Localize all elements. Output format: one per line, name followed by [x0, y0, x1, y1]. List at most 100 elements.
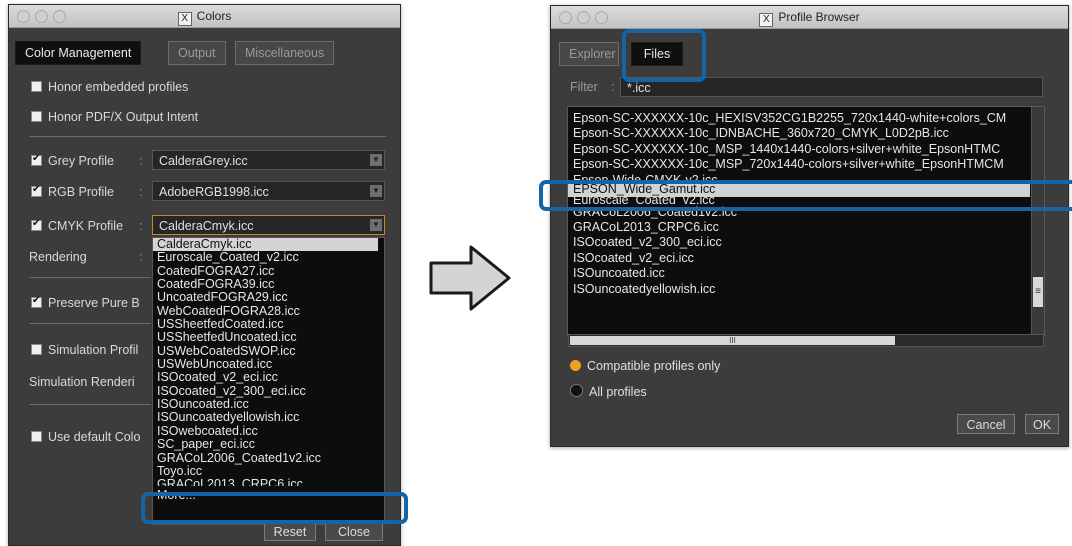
file-item[interactable]: ISOcoated_v2_300_eci.icc: [568, 235, 1030, 250]
filter-value: *.icc: [627, 81, 651, 95]
dropdown-item[interactable]: GRACoL2013_CRPC6.icc: [153, 478, 384, 486]
rendering-label: Rendering: [29, 250, 87, 264]
vertical-scrollbar[interactable]: ≡: [1031, 107, 1044, 335]
tab-color-management[interactable]: Color Management: [15, 41, 142, 65]
checkbox-box[interactable]: [31, 111, 42, 122]
dropdown-item[interactable]: USWebUncoated.icc: [153, 357, 384, 371]
preserve-pure-black-checkbox[interactable]: Preserve Pure B: [31, 295, 140, 310]
colors-title: X Colors: [9, 9, 400, 26]
simulation-rendering-label: Simulation Renderi: [29, 375, 135, 389]
dropdown-item[interactable]: ISOcoated_v2_300_eci.icc: [153, 384, 384, 398]
file-item[interactable]: Epson-SC-XXXXXX-10c_MSP_1440x1440-colors…: [568, 142, 1030, 157]
x-app-icon: X: [177, 12, 192, 26]
simulation-profile-label: Simulation Profil: [48, 343, 139, 357]
chevron-down-icon[interactable]: ▼: [370, 154, 382, 166]
dropdown-item[interactable]: CalderaCmyk.icc: [153, 238, 378, 252]
all-profiles-label: All profiles: [589, 385, 647, 399]
dropdown-item[interactable]: WebCoatedFOGRA28.icc: [153, 304, 384, 318]
profile-titlebar[interactable]: X Profile Browser: [551, 6, 1068, 29]
tab-output[interactable]: Output: [168, 41, 226, 65]
compatible-profiles-label: Compatible profiles only: [587, 359, 721, 373]
cmyk-profile-value: CalderaCmyk.icc: [159, 219, 254, 233]
checkbox-box[interactable]: [31, 81, 42, 92]
rgb-profile-label: RGB Profile: [48, 185, 114, 199]
dropdown-item[interactable]: CoatedFOGRA27.icc: [153, 264, 384, 278]
honor-pdfx-label: Honor PDF/X Output Intent: [48, 110, 199, 124]
tab-miscellaneous[interactable]: Miscellaneous: [235, 41, 335, 65]
file-item[interactable]: Epson-SC-XXXXXX-10c_IDNBACHE_360x720_CMY…: [568, 126, 1030, 141]
horizontal-scroll-thumb[interactable]: III: [570, 336, 895, 345]
dropdown-item[interactable]: ISOuncoatedyellowish.icc: [153, 411, 384, 425]
filter-label: Filter: [570, 80, 598, 94]
colors-title-text: Colors: [196, 9, 232, 23]
dropdown-item[interactable]: USWebCoatedSWOP.icc: [153, 344, 384, 358]
divider: [29, 323, 151, 324]
cmyk-profile-checkbox[interactable]: CMYK Profile: [31, 218, 123, 233]
grey-profile-select[interactable]: CalderaGrey.icc ▼: [152, 150, 385, 170]
close-button[interactable]: Close: [325, 521, 383, 541]
rgb-profile-value: AdobeRGB1998.icc: [159, 185, 269, 199]
checkbox-checked[interactable]: [31, 218, 42, 231]
file-item[interactable]: ISOcoated_v2_eci.icc: [568, 251, 1030, 266]
scroll-grip-icon: ≡: [1035, 286, 1041, 297]
dropdown-item[interactable]: CoatedFOGRA39.icc: [153, 277, 384, 291]
chevron-down-icon[interactable]: ▼: [370, 185, 382, 197]
colon: :: [139, 154, 143, 168]
rgb-profile-select[interactable]: AdobeRGB1998.icc ▼: [152, 181, 385, 201]
honor-embedded-label: Honor embedded profiles: [48, 80, 189, 94]
preserve-pure-black-label: Preserve Pure B: [48, 296, 140, 310]
cmyk-profile-select[interactable]: CalderaCmyk.icc ▼: [152, 215, 385, 235]
dropdown-item[interactable]: UncoatedFOGRA29.icc: [153, 291, 384, 305]
simulation-profile-checkbox[interactable]: Simulation Profil: [31, 343, 138, 357]
cancel-button[interactable]: Cancel: [957, 414, 1015, 434]
compatible-profiles-radio[interactable]: Compatible profiles only: [570, 359, 720, 373]
ok-button[interactable]: OK: [1025, 414, 1059, 434]
divider: [29, 404, 151, 405]
file-list[interactable]: Epson-SC-XXXXXX-10c_HEXISV352CG1B2255_72…: [567, 106, 1045, 336]
vertical-scroll-thumb[interactable]: ≡: [1033, 277, 1043, 307]
file-item[interactable]: GRACoL2013_CRPC6.icc: [568, 220, 1030, 235]
colon: :: [139, 250, 143, 264]
dropdown-item[interactable]: Toyo.icc: [153, 464, 384, 478]
horizontal-scrollbar[interactable]: III: [568, 334, 1044, 347]
checkbox-checked[interactable]: [31, 184, 42, 197]
file-item[interactable]: Epson-SC-XXXXXX-10c_HEXISV352CG1B2255_72…: [568, 111, 1030, 126]
use-default-label: Use default Colo: [48, 430, 141, 444]
tab-explorer[interactable]: Explorer: [559, 42, 619, 66]
grey-profile-checkbox[interactable]: Grey Profile: [31, 153, 114, 168]
file-item[interactable]: ISOuncoatedyellowish.icc: [568, 282, 1030, 297]
dropdown-item[interactable]: USSheetfedUncoated.icc: [153, 331, 384, 345]
checkbox-checked[interactable]: [31, 295, 42, 308]
colors-titlebar[interactable]: X Colors: [9, 5, 400, 28]
radio-selected-icon[interactable]: [570, 360, 581, 371]
dropdown-item[interactable]: ISOwebcoated.icc: [153, 424, 384, 438]
dropdown-item[interactable]: ISOuncoated.icc: [153, 397, 384, 411]
use-default-checkbox[interactable]: Use default Colo: [31, 430, 140, 444]
filter-colon: :: [611, 80, 615, 94]
rgb-profile-checkbox[interactable]: RGB Profile: [31, 184, 114, 199]
file-item[interactable]: Epson-SC-XXXXXX-10c_MSP_720x1440-colors+…: [568, 157, 1030, 172]
checkbox-checked[interactable]: [31, 153, 42, 166]
dropdown-item[interactable]: Euroscale_Coated_v2.icc: [153, 250, 384, 264]
chevron-down-icon[interactable]: ▼: [370, 219, 382, 231]
checkbox-box[interactable]: [31, 431, 42, 442]
highlight-more: [141, 492, 408, 524]
dropdown-item[interactable]: SC_paper_eci.icc: [153, 437, 384, 451]
reset-button[interactable]: Reset: [264, 521, 316, 541]
dropdown-item[interactable]: GRACoL2006_Coated1v2.icc: [153, 451, 384, 465]
right-arrow-icon: [429, 245, 511, 311]
honor-embedded-checkbox[interactable]: Honor embedded profiles: [31, 80, 188, 94]
x-app-icon: X: [759, 13, 774, 27]
grey-profile-value: CalderaGrey.icc: [159, 154, 248, 168]
dropdown-item[interactable]: USSheetfedCoated.icc: [153, 317, 384, 331]
file-item[interactable]: ISOuncoated.icc: [568, 266, 1030, 281]
highlight-files-tab: [622, 29, 706, 82]
radio-unselected-icon[interactable]: [570, 384, 583, 397]
scroll-grip-icon: III: [729, 336, 736, 345]
checkbox-box[interactable]: [31, 344, 42, 355]
colon: :: [139, 219, 143, 233]
all-profiles-radio[interactable]: All profiles: [570, 384, 647, 399]
honor-pdfx-checkbox[interactable]: Honor PDF/X Output Intent: [31, 110, 198, 124]
dropdown-item[interactable]: ISOcoated_v2_eci.icc: [153, 371, 384, 385]
cmyk-profile-dropdown[interactable]: CalderaCmyk.icc Euroscale_Coated_v2.icc …: [152, 237, 385, 525]
